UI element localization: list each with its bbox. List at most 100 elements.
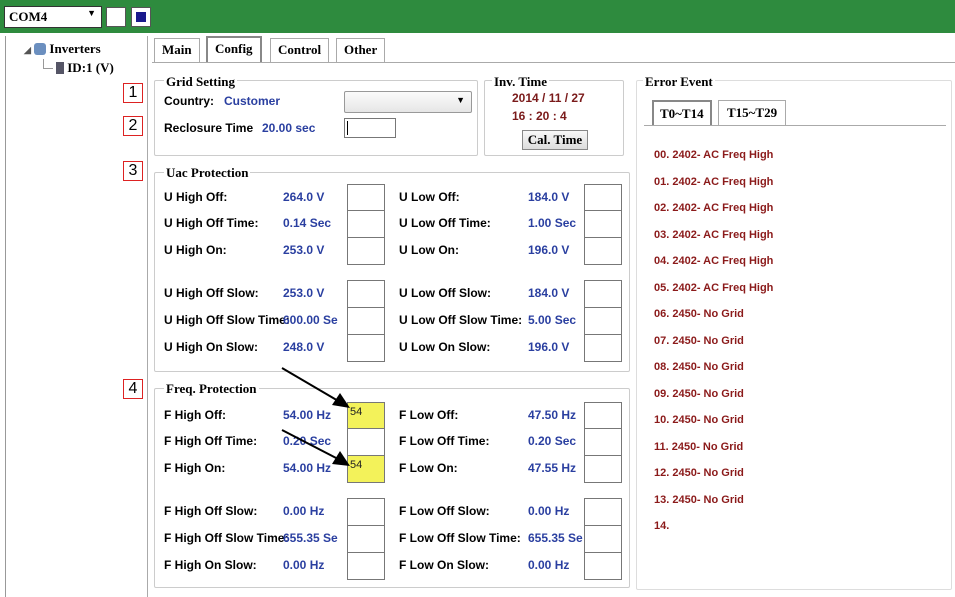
- stop-button[interactable]: [131, 7, 151, 27]
- uacrows-left-value: 253.0 V: [283, 243, 325, 257]
- freqrows-left-value: 0.00 Hz: [283, 558, 325, 572]
- uacrows-left-input[interactable]: [347, 184, 385, 212]
- freq-protection-title: Freq. Protection: [164, 381, 259, 397]
- uacrows-left-value: 0.14 Sec: [283, 216, 332, 230]
- uacrows-left-label: U High On Slow:: [164, 340, 258, 354]
- uacrows-right-value: 5.00 Sec: [528, 313, 577, 327]
- error-list-item: 11. 2450- No Grid: [654, 440, 744, 453]
- error-list-item: 08. 2450- No Grid: [654, 361, 744, 373]
- connect-button[interactable]: [106, 7, 126, 27]
- freqrows-right-label: F Low Off Slow Time:: [399, 531, 521, 545]
- freqrows-left-input[interactable]: [347, 498, 385, 526]
- tree-item-inverters[interactable]: ◢ Inverters: [24, 41, 101, 57]
- uacrows-left-input[interactable]: [347, 334, 385, 362]
- freqrows-right-label: F Low On:: [399, 461, 458, 475]
- tab-divider: [152, 62, 955, 63]
- uacrows-right-input[interactable]: [584, 334, 622, 362]
- error-list-item: 14.: [654, 520, 670, 532]
- callout-3: 3: [123, 161, 143, 181]
- country-value: Customer: [224, 94, 281, 108]
- chevron-down-icon: ▼: [456, 95, 465, 105]
- freqrows-left-label: F High Off Time:: [164, 434, 258, 448]
- freqrows-right-label: F Low Off:: [399, 408, 459, 422]
- uacrows-left-label: U High Off Slow Time:: [164, 313, 290, 327]
- uacrows-left-value: 253.0 V: [283, 286, 325, 300]
- freqrows-right-input[interactable]: [584, 552, 622, 580]
- tree-item-device[interactable]: ID:1 (V): [56, 60, 114, 76]
- error-list-item: 06. 2450- No Grid: [654, 308, 744, 320]
- grid-setting-title: Grid Setting: [164, 74, 237, 90]
- freqrows-left-label: F High Off:: [164, 408, 226, 422]
- error-list-item: 03. 2402- AC Freq High: [654, 228, 774, 241]
- reclosure-value: 20.00 sec: [262, 121, 316, 135]
- uacrows-right-input[interactable]: [584, 307, 622, 335]
- callout-4: 4: [123, 379, 143, 399]
- cal-time-button[interactable]: Cal. Time: [522, 130, 588, 150]
- uacrows-left-label: U High Off Time:: [164, 216, 259, 230]
- freqrows-right-input[interactable]: [584, 455, 622, 483]
- uacrows-left-label: U High Off:: [164, 190, 228, 204]
- uacrows-right-input[interactable]: [584, 280, 622, 308]
- uacrows-right-value: 184.0 V: [528, 190, 570, 204]
- freqrows-right-value: 655.35 Se: [528, 531, 583, 545]
- uacrows-right-input[interactable]: [584, 184, 622, 212]
- tab-other[interactable]: Other: [336, 38, 386, 62]
- tab-main[interactable]: Main: [154, 38, 200, 62]
- tab-control[interactable]: Control: [270, 38, 330, 62]
- freqrows-right-input[interactable]: [584, 428, 622, 456]
- callout-2: 2: [123, 116, 143, 136]
- freqrows-right-label: F Low On Slow:: [399, 558, 489, 572]
- callout-1: 1: [123, 83, 143, 103]
- inverter-icon: [56, 62, 64, 74]
- error-list-item: 02. 2402- AC Freq High: [654, 202, 774, 214]
- com-port-value: COM4: [9, 9, 48, 24]
- uacrows-right-label: U Low Off Slow Time:: [399, 313, 523, 327]
- uacrows-right-value: 196.0 V: [528, 243, 570, 257]
- uacrows-right-label: U Low Off Time:: [399, 216, 491, 230]
- uacrows-left-label: U High On:: [164, 243, 227, 257]
- reclosure-input[interactable]: [344, 118, 396, 138]
- freqrows-left-label: F High On:: [164, 461, 226, 475]
- uacrows-left-label: U High Off Slow:: [164, 286, 259, 300]
- freqrows-right-label: F Low Off Time:: [399, 434, 490, 448]
- uacrows-right-input[interactable]: [584, 210, 622, 238]
- uacrows-right-value: 1.00 Sec: [528, 216, 577, 230]
- freqrows-left-input[interactable]: [347, 525, 385, 553]
- freqrows-left-label: F High On Slow:: [164, 558, 257, 572]
- freqrows-right-input[interactable]: [584, 525, 622, 553]
- uacrows-left-value: 600.00 Se: [283, 313, 338, 327]
- uacrows-right-input[interactable]: [584, 237, 622, 265]
- uacrows-left-value: 264.0 V: [283, 190, 325, 204]
- freqrows-right-input[interactable]: [584, 498, 622, 526]
- uacrows-left-input[interactable]: [347, 307, 385, 335]
- tab-error-t15-t29[interactable]: T15~T29: [718, 100, 787, 126]
- country-select[interactable]: ▼: [344, 91, 472, 113]
- uacrows-left-input[interactable]: [347, 210, 385, 238]
- chevron-down-icon: ▼: [87, 8, 96, 18]
- inv-date: 2014 / 11 / 27: [512, 91, 585, 105]
- com-port-select[interactable]: COM4 ▼: [4, 6, 102, 28]
- tab-error-t0-t14[interactable]: T0~T14: [652, 100, 712, 126]
- freqrows-right-value: 0.00 Hz: [528, 558, 570, 572]
- arrow-head-icon: [332, 451, 350, 466]
- tab-config[interactable]: Config: [206, 36, 262, 63]
- tree-root-label: Inverters: [49, 41, 101, 56]
- uacrows-right-label: U Low On Slow:: [399, 340, 491, 354]
- tree-child-label: ID:1 (V): [67, 60, 114, 75]
- freqrows-left-value: 655.35 Se: [283, 531, 338, 545]
- arrow-line: [281, 429, 341, 461]
- error-list-item: 09. 2450- No Grid: [654, 387, 744, 400]
- error-event-title: Error Event: [643, 74, 715, 90]
- freqrows-right-value: 47.50 Hz: [528, 408, 577, 422]
- freqrows-left-input[interactable]: [347, 552, 385, 580]
- error-list-item: 12. 2450- No Grid: [654, 467, 744, 479]
- uacrows-left-input[interactable]: [347, 280, 385, 308]
- arrow-head-icon: [332, 393, 350, 408]
- freqrows-right-input[interactable]: [584, 402, 622, 430]
- error-list-item: 01. 2402- AC Freq High: [654, 175, 774, 188]
- expand-icon: ◢: [24, 45, 31, 55]
- uacrows-left-input[interactable]: [347, 237, 385, 265]
- uac-protection-title: Uac Protection: [164, 165, 251, 181]
- freqrows-right-value: 47.55 Hz: [528, 461, 577, 475]
- error-list-item: 04. 2402- AC Freq High: [654, 255, 774, 267]
